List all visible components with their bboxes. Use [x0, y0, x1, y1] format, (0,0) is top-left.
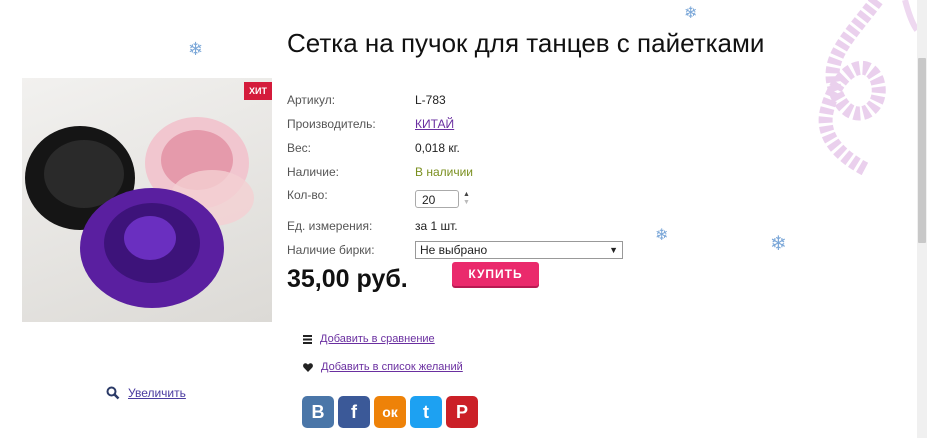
spec-label: Артикул: — [287, 93, 336, 107]
spec-label: Производитель: — [287, 117, 376, 131]
spec-row-quantity: Кол-во: 20 ▲ ▼ — [287, 184, 627, 214]
snowflake-icon: ❄ — [188, 39, 204, 59]
product-price: 35,00 руб. — [287, 265, 408, 293]
pinterest-icon[interactable]: P — [446, 396, 478, 428]
spec-row-article: Артикул: L-783 — [287, 88, 627, 112]
zoom-label[interactable]: Увеличить — [128, 386, 186, 400]
add-to-compare[interactable]: Добавить в сравнение — [303, 333, 435, 345]
vk-icon[interactable]: В — [302, 396, 334, 428]
stepper-down-icon[interactable]: ▼ — [463, 199, 470, 207]
stepper-up-icon[interactable]: ▲ — [463, 191, 470, 199]
spec-label: Кол-во: — [287, 188, 328, 202]
spec-label: Наличие: — [287, 165, 340, 179]
facebook-icon[interactable]: f — [338, 396, 370, 428]
spec-label: Вес: — [287, 141, 312, 155]
spec-value: L-783 — [415, 93, 446, 107]
tag-select[interactable]: Не выбрано ▼ — [415, 241, 623, 259]
dropdown-arrow-icon: ▼ — [609, 245, 618, 255]
list-icon — [303, 334, 312, 344]
spec-value: 0,018 кг. — [415, 141, 460, 155]
hit-badge: ХИТ — [244, 82, 272, 100]
spec-row-unit: Ед. измерения: за 1 шт. — [287, 214, 627, 238]
spec-row-weight: Вес: 0,018 кг. — [287, 136, 627, 160]
quantity-stepper[interactable]: ▲ ▼ — [463, 191, 470, 207]
spec-value: за 1 шт. — [415, 219, 458, 233]
scrollbar-thumb[interactable] — [918, 58, 926, 243]
product-photo[interactable]: ХИТ — [22, 78, 272, 322]
zoom-link[interactable]: Увеличить — [106, 386, 186, 400]
twitter-icon[interactable]: t — [410, 396, 442, 428]
spec-row-maker: Производитель: КИТАЙ — [287, 112, 627, 136]
product-specs: Артикул: L-783 Производитель: КИТАЙ Вес:… — [287, 88, 627, 262]
heart-icon — [303, 362, 313, 372]
snowflake-icon: ❄ — [770, 233, 787, 255]
odnoklassniki-icon[interactable]: ок — [374, 396, 406, 428]
product-image — [25, 117, 254, 308]
magnifier-icon — [106, 386, 120, 400]
ribbon-decoration — [818, 0, 917, 175]
spec-label: Ед. измерения: — [287, 219, 373, 233]
stock-status: В наличии — [415, 165, 474, 179]
compare-label[interactable]: Добавить в сравнение — [320, 333, 435, 345]
spec-row-tag: Наличие бирки: Не выбрано ▼ — [287, 238, 627, 262]
add-to-wishlist[interactable]: Добавить в список желаний — [303, 361, 463, 373]
product-title: Сетка на пучок для танцев с пайетками — [287, 28, 765, 58]
tag-select-value: Не выбрано — [420, 243, 488, 257]
snowflake-icon: ❄ — [684, 5, 698, 22]
spec-label: Наличие бирки: — [287, 243, 375, 257]
buy-button[interactable]: КУПИТЬ — [452, 262, 539, 286]
snowflake-icon: ❄ — [655, 227, 669, 244]
page-scrollbar[interactable] — [917, 0, 927, 438]
maker-link[interactable]: КИТАЙ — [415, 117, 454, 131]
quantity-input[interactable]: 20 — [415, 190, 459, 208]
spec-row-stock: Наличие: В наличии — [287, 160, 627, 184]
social-share: В f ок t P — [302, 396, 478, 428]
wishlist-label[interactable]: Добавить в список желаний — [321, 361, 463, 373]
